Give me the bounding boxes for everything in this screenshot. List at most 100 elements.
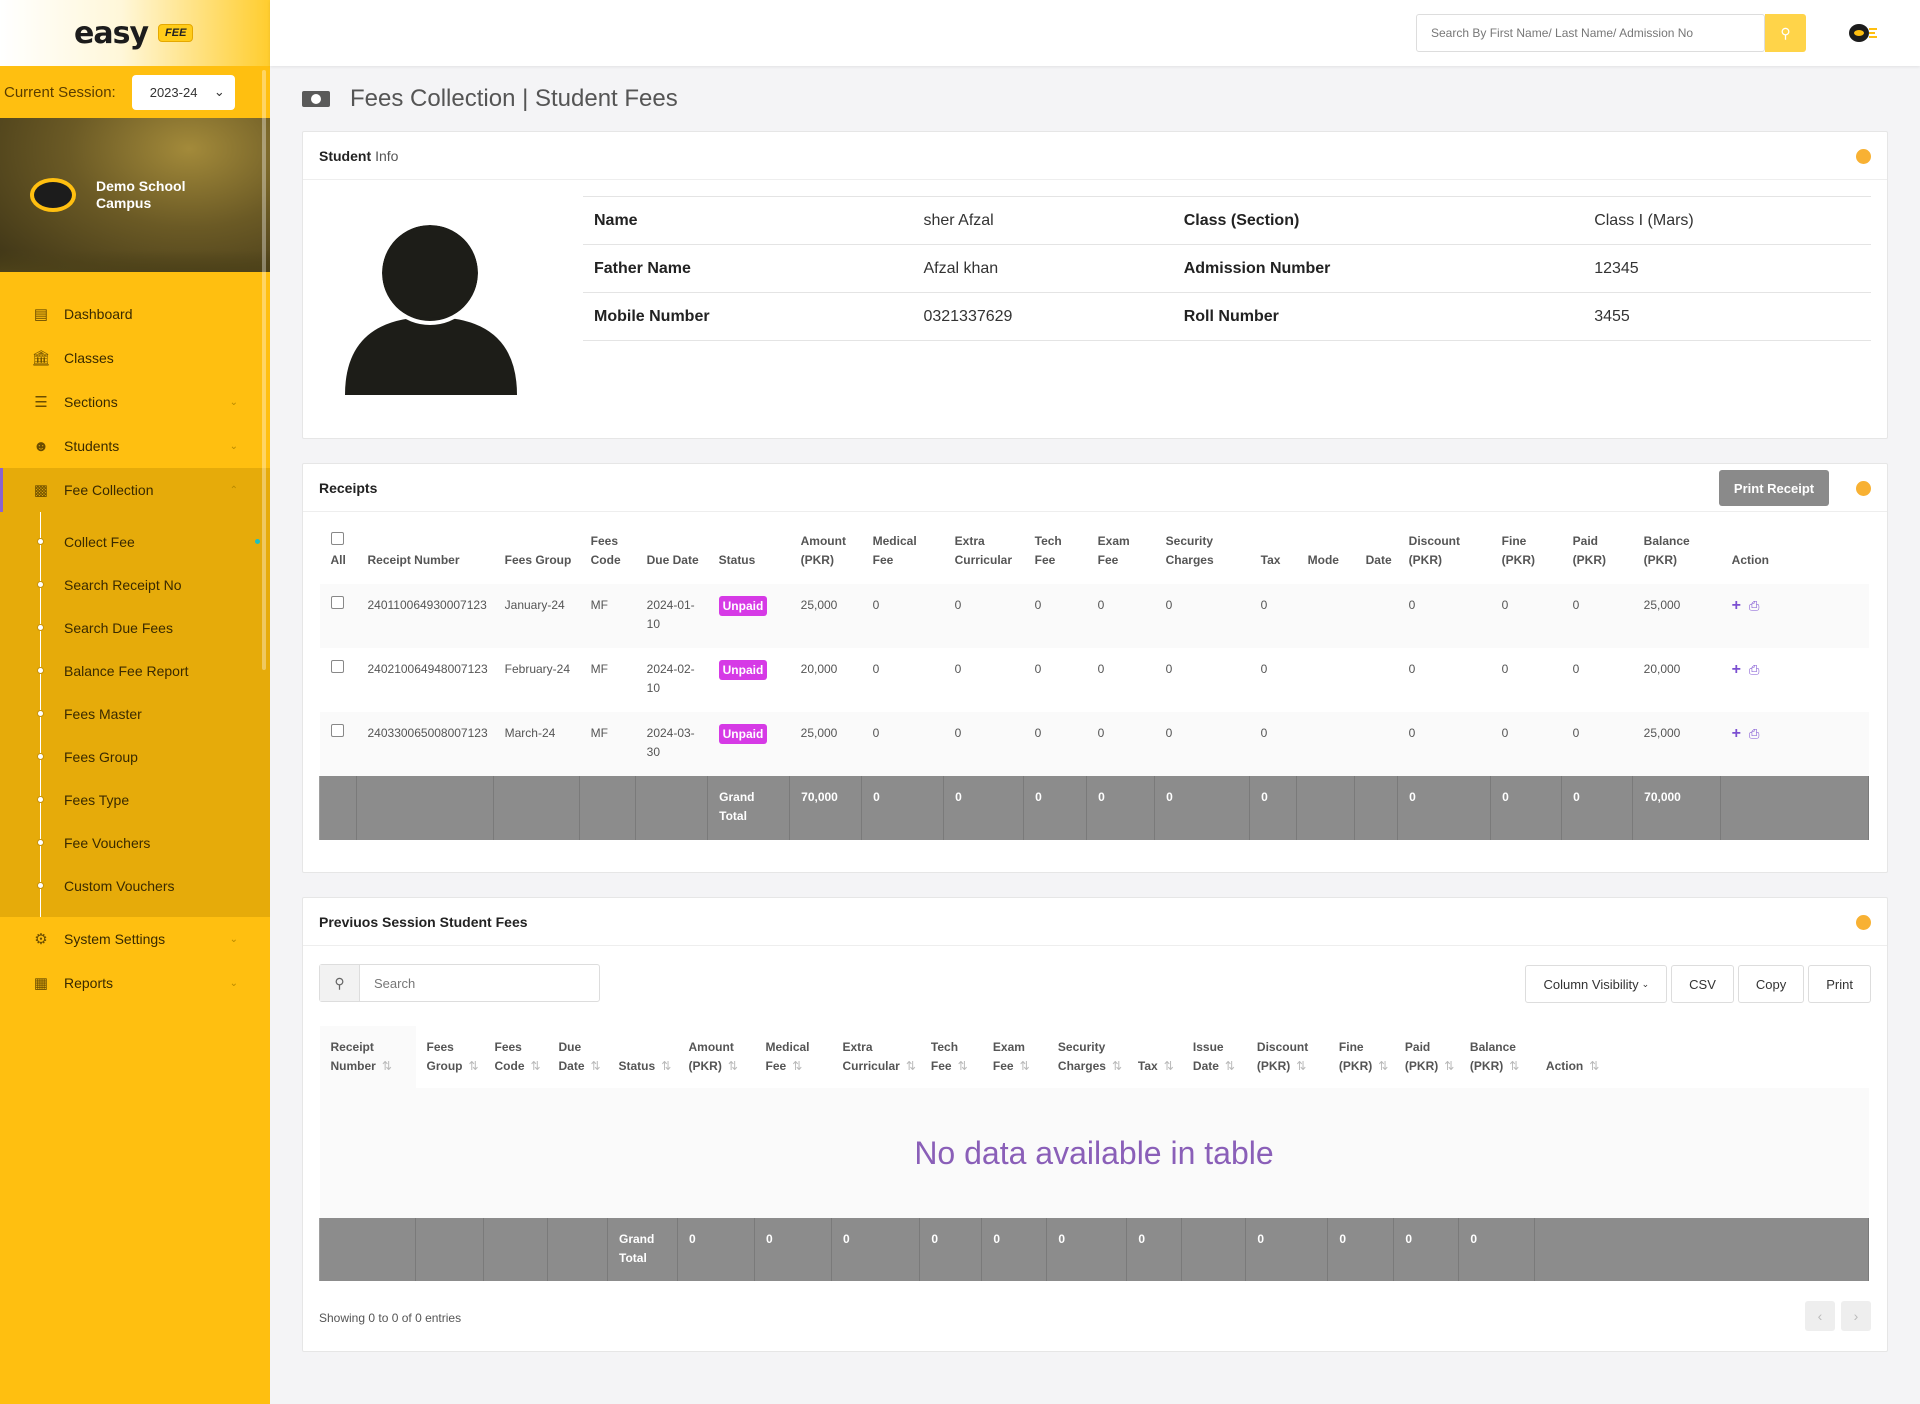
col-fees-code[interactable]: Fees Code ⇅ — [484, 1026, 548, 1088]
col-medical-fee[interactable]: Medical Fee ⇅ — [755, 1026, 832, 1088]
cell-date — [1355, 648, 1398, 712]
col-amount: Amount (PKR) — [800, 534, 846, 567]
next-page-button[interactable]: › — [1841, 1301, 1871, 1331]
cell-tech: 0 — [1034, 662, 1042, 676]
campus-logo-icon — [30, 178, 76, 212]
total-cell — [579, 776, 637, 840]
col-fees-group[interactable]: Fees Group ⇅ — [416, 1026, 484, 1088]
entries-info: Showing 0 to 0 of 0 entries — [319, 1311, 462, 1325]
sidebar-scrollbar[interactable] — [262, 70, 266, 670]
submenu-item-fees-master[interactable]: Fees Master — [0, 692, 270, 735]
submenu-item-fees-type[interactable]: Fees Type — [0, 778, 270, 821]
col-date: Date — [1365, 553, 1392, 567]
sidebar-item-dashboard[interactable]: ▤ Dashboard — [0, 292, 270, 336]
add-icon[interactable]: + — [1732, 661, 1741, 678]
submenu-item-search-receipt[interactable]: Search Receipt No — [0, 563, 270, 606]
info-label: Roll Number — [1172, 292, 1584, 341]
csv-button[interactable]: CSV — [1671, 965, 1734, 1003]
cell-fees-group: March-24 — [504, 726, 556, 740]
col-amount[interactable]: Amount (PKR) ⇅ — [678, 1026, 755, 1088]
search-button[interactable]: ⚲ — [1765, 14, 1806, 52]
cell-paid: 0 — [1572, 726, 1580, 740]
session-select[interactable]: 2023-24 ⌄ — [131, 74, 235, 110]
chevron-down-icon: ⌄ — [213, 84, 225, 99]
print-receipt-button[interactable]: Print Receipt — [1719, 470, 1829, 506]
print-icon[interactable]: ⎙ — [1749, 598, 1759, 613]
copy-button[interactable]: Copy — [1737, 965, 1805, 1003]
table-row: 240210064948007123 February-24 MF 2024-0… — [320, 648, 1869, 712]
list-icon: ☰ — [34, 394, 48, 411]
col-receipt-number[interactable]: Receipt Number ⇅ — [319, 1026, 416, 1088]
col-exam-fee[interactable]: Exam Fee ⇅ — [982, 1026, 1047, 1088]
total-discount: 0 — [1397, 776, 1492, 840]
collapse-dot-icon[interactable] — [1856, 481, 1871, 496]
col-extra-curricular[interactable]: Extra Curricular ⇅ — [832, 1026, 920, 1088]
submenu-item-custom-vouchers[interactable]: Custom Vouchers — [0, 864, 270, 907]
sidebar-item-sections[interactable]: ☰ Sections ⌄ — [0, 380, 270, 424]
collapse-dot-icon[interactable] — [1856, 149, 1871, 164]
total-tax: 0 — [1249, 776, 1298, 840]
submenu-item-label: Balance Fee Report — [64, 662, 189, 679]
total-paid: 0 — [1561, 776, 1634, 840]
sidebar-item-classes[interactable]: 🏛 Classes — [0, 336, 270, 380]
table-search-input[interactable]: ⚲ Search — [319, 964, 600, 1002]
col-paid[interactable]: Paid (PKR) ⇅ — [1394, 1026, 1459, 1088]
print-icon[interactable]: ⎙ — [1749, 662, 1759, 677]
add-icon[interactable]: + — [1732, 597, 1741, 614]
col-tech-fee[interactable]: Tech Fee ⇅ — [920, 1026, 982, 1088]
submenu-item-fee-vouchers[interactable]: Fee Vouchers — [0, 821, 270, 864]
submenu-item-label: Fee Vouchers — [64, 834, 151, 851]
cell-fees-code: MF — [590, 662, 608, 676]
select-all-checkbox[interactable] — [330, 532, 344, 545]
collapse-dot-icon[interactable] — [1856, 915, 1871, 930]
sort-icon: ⇅ — [1378, 1059, 1389, 1073]
add-icon[interactable]: + — [1732, 725, 1741, 742]
row-checkbox[interactable] — [330, 724, 344, 737]
prev-page-button[interactable]: ‹ — [1805, 1301, 1835, 1331]
col-label: Medical Fee — [765, 1040, 810, 1073]
submenu-item-label: Search Due Fees — [64, 619, 173, 636]
col-issue-date[interactable]: Issue Date ⇅ — [1182, 1026, 1246, 1088]
total-cell — [1296, 776, 1356, 840]
total-extra: 0 — [943, 776, 1025, 840]
previous-session-card: Previuos Session Student Fees ⚲ Search C… — [302, 897, 1888, 1352]
submenu-item-collect-fee[interactable]: Collect Fee — [0, 520, 270, 563]
col-status[interactable]: Status ⇅ — [608, 1026, 678, 1088]
cell-receipt-number: 240210064948007123 — [367, 662, 488, 676]
student-search-input[interactable]: Search By First Name/ Last Name/ Admissi… — [1416, 14, 1765, 52]
col-discount[interactable]: Discount (PKR) ⇅ — [1246, 1026, 1328, 1088]
submenu-item-fees-group[interactable]: Fees Group — [0, 735, 270, 778]
submenu-item-search-due-fees[interactable]: Search Due Fees — [0, 606, 270, 649]
col-fine[interactable]: Fine (PKR) ⇅ — [1328, 1026, 1394, 1088]
brand-logo[interactable]: easy FEE — [0, 0, 270, 66]
sidebar-item-reports[interactable]: ▦ Reports ⌄ — [0, 961, 270, 1005]
sidebar: easy FEE Current Session: 2023-24 ⌄ Demo… — [0, 0, 270, 1404]
row-checkbox[interactable] — [330, 596, 344, 609]
cell-exam: 0 — [1097, 726, 1105, 740]
total-extra: 0 — [830, 1218, 921, 1281]
print-button[interactable]: Print — [1808, 965, 1871, 1003]
col-balance[interactable]: Balance (PKR) ⇅ — [1459, 1026, 1535, 1088]
user-logo-icon[interactable] — [1848, 20, 1878, 46]
submenu-item-label: Collect Fee — [64, 533, 135, 550]
cell-discount: 0 — [1408, 598, 1416, 612]
col-receipt-number: Receipt Number — [367, 553, 460, 567]
cell-fees-group: January-24 — [504, 598, 565, 612]
sidebar-item-fee-collection[interactable]: ▩ Fee Collection ⌃ — [0, 468, 270, 512]
column-visibility-button[interactable]: Column Visibility ⌄ — [1525, 965, 1668, 1003]
sidebar-item-system-settings[interactable]: ⚙ System Settings ⌄ — [0, 917, 270, 961]
col-label: Fees Group — [426, 1040, 463, 1073]
total-amount: 0 — [677, 1218, 755, 1281]
row-checkbox[interactable] — [330, 660, 344, 673]
sidebar-item-students[interactable]: ☻ Students ⌄ — [0, 424, 270, 468]
col-due-date[interactable]: Due Date ⇅ — [548, 1026, 608, 1088]
col-action[interactable]: Action ⇅ — [1535, 1026, 1869, 1088]
submenu-item-balance-fee-report[interactable]: Balance Fee Report — [0, 649, 270, 692]
cell-mode — [1297, 648, 1355, 712]
card-title: Student — [319, 147, 372, 164]
print-icon[interactable]: ⎙ — [1749, 726, 1759, 741]
total-cell — [1534, 1218, 1869, 1281]
col-security-charges[interactable]: Security Charges ⇅ — [1047, 1026, 1127, 1088]
total-tech: 0 — [1023, 776, 1088, 840]
col-tax[interactable]: Tax ⇅ — [1127, 1026, 1182, 1088]
